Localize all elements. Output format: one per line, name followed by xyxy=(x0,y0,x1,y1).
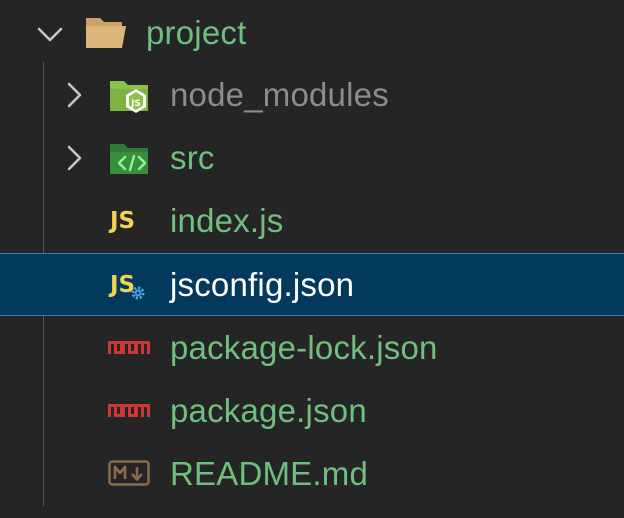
tree-item-label: jsconfig.json xyxy=(170,266,355,303)
javascript-icon: JS xyxy=(110,208,136,234)
chevron-down-icon[interactable] xyxy=(34,18,66,50)
tree-item-label: package-lock.json xyxy=(170,329,438,366)
tree-item-src[interactable]: src xyxy=(0,127,624,189)
tree-root-label: project xyxy=(146,14,247,51)
folder-open-icon xyxy=(86,18,126,48)
tree-root-project[interactable]: project xyxy=(0,2,624,64)
gear-icon xyxy=(131,286,145,300)
tree-item-label: package.json xyxy=(170,392,367,429)
tree-item-package-lock-json[interactable]: package-lock.json xyxy=(0,317,624,379)
chevron-right-icon[interactable] xyxy=(58,142,90,174)
tree-item-label: README.md xyxy=(170,455,368,492)
tree-item-readme-md[interactable]: README.md xyxy=(0,443,624,505)
file-explorer: project JS node_modules src JS index.js … xyxy=(0,0,624,518)
tree-item-package-json[interactable]: package.json xyxy=(0,380,624,442)
tree-item-index-js[interactable]: JS index.js xyxy=(0,190,624,252)
tree-item-label: src xyxy=(170,139,215,176)
svg-text:JS: JS xyxy=(130,99,141,109)
folder-nodejs-icon: JS xyxy=(110,81,148,113)
tree-item-jsconfig-json[interactable]: JS jsconfig.json xyxy=(0,253,624,316)
folder-src-icon xyxy=(110,144,148,174)
markdown-icon xyxy=(108,460,150,486)
tree-item-label: index.js xyxy=(170,202,284,239)
tree-item-label: node_modules xyxy=(170,76,389,113)
chevron-right-icon[interactable] xyxy=(58,79,90,111)
npm-icon xyxy=(108,341,150,356)
tree-item-node-modules[interactable]: JS node_modules xyxy=(0,64,624,126)
npm-icon xyxy=(108,404,150,419)
